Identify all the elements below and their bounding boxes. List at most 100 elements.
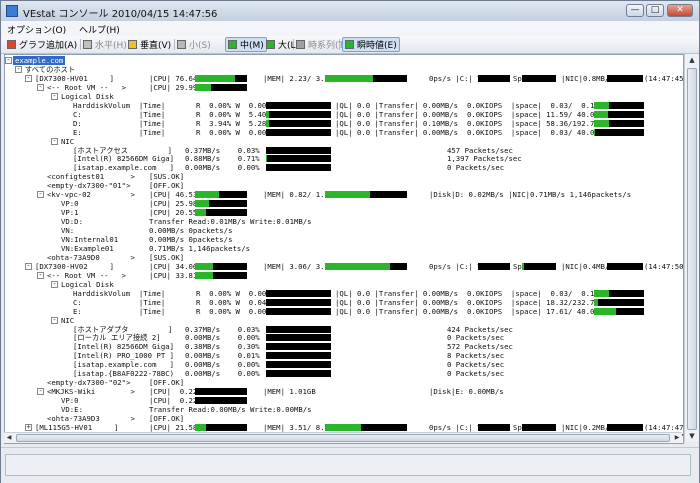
collapse-icon[interactable]: - [25, 74, 32, 82]
tree-node-label[interactable]: [Intel(R) PRO_1000 PT ] [73, 351, 174, 360]
toolbar-button-4[interactable]: 中(M) [225, 37, 267, 52]
tree-row[interactable]: [ホストアクセス ] 0.37MB/s 0.03% 457 Packets/sec [5, 146, 683, 155]
close-button[interactable]: ✕ [667, 4, 693, 17]
host-tree-view[interactable]: - example.com - すべてのホスト - [DX7300-HV01 ] |CPU|… [4, 54, 684, 444]
tree-node-label[interactable]: VD:E: [61, 405, 83, 414]
tree-node-label[interactable]: <ohta-73A9D3 > [47, 414, 135, 423]
tree-row[interactable]: - [DX7300-HV01 ] |CPU| 76.64% |MEM| 2.23/ 3… [5, 74, 683, 83]
tree-node-label[interactable]: VD:D: [61, 217, 83, 226]
tree-node-label[interactable]: [ML115G5-HV01 ] [35, 423, 118, 432]
tree-row[interactable]: - Logical Disk [5, 92, 683, 101]
tree-row[interactable]: - NIC [5, 316, 683, 325]
vertical-scroll-thumb[interactable] [687, 68, 697, 430]
tree-node-label[interactable]: NIC [61, 316, 74, 325]
tree-node-label[interactable]: <kv-vpc-02 > [47, 190, 135, 199]
expand-icon[interactable]: + [25, 423, 32, 431]
collapse-icon[interactable]: - [15, 65, 22, 73]
tree-row[interactable]: <ohta-73A9D0 > [SUS.OK] [5, 253, 683, 262]
tree-row[interactable]: [isatap.example.com ] 0.00MB/s 0.00% 0 Pac… [5, 360, 683, 369]
tree-row[interactable]: + [ML115G5-HV01 ] |CPU| 21.58% |MEM| 3.51/ … [5, 423, 683, 432]
horizontal-scroll-thumb[interactable] [16, 434, 670, 442]
tree-row[interactable]: E: |Time| R 0.00% W 0.00% |QL| 0.0 |Transf… [5, 128, 683, 137]
tree-node-label[interactable]: NIC [61, 137, 74, 146]
collapse-icon[interactable]: - [51, 92, 58, 100]
collapse-icon[interactable]: - [37, 388, 44, 396]
tree-node-label[interactable]: VN:Internal01 [61, 235, 118, 244]
horizontal-scrollbar[interactable]: ◀ ▶ [4, 432, 682, 443]
tree-row[interactable]: - [DX7300-HV02 ] |CPU| 34.06% |MEM| 3.06/ 3… [5, 262, 683, 271]
collapse-icon[interactable]: - [5, 57, 12, 64]
tree-node-label[interactable]: <-- Root VM -- > [47, 271, 126, 280]
tree-node-label[interactable]: HarddiskVolum |Time| [73, 289, 165, 298]
tree-row[interactable]: VN:Example01 0.71MB/s 1,146packets/s [5, 244, 683, 253]
menu-options[interactable]: オプション(O) [7, 23, 66, 36]
tree-node-label[interactable]: D: |Time| [73, 119, 165, 128]
title-bar[interactable]: VEstat コンソール 2010/04/15 14:47:56 — □ ✕ [1, 1, 699, 22]
tree-row[interactable]: - example.com [5, 56, 683, 65]
tree-node-label[interactable]: <empty-dx7300-"02"> [47, 378, 130, 387]
tree-node-label[interactable]: [ホストアダプタ ] [73, 325, 172, 334]
scroll-down-icon[interactable]: ▼ [686, 430, 698, 442]
tree-row[interactable]: <ohta-73A9D3 > [OFF.OK] [5, 414, 683, 423]
tree-node-label[interactable]: <-- Root VM -- > [47, 83, 126, 92]
tree-node-label[interactable]: [Intel(R) 82566DM Giga] [73, 154, 174, 163]
tree-node-label[interactable]: [DX7300-HV02 ] [35, 262, 114, 271]
scroll-left-icon[interactable]: ◀ [4, 433, 14, 443]
toolbar-button-3[interactable]: 小(S) [177, 38, 211, 51]
tree-row[interactable]: VD:E: Transfer Read:0.00MB/s Write:0.00MB… [5, 405, 683, 414]
tree-row[interactable]: [isatap.example.com ] 0.00MB/s 0.00% 0 Pac… [5, 163, 683, 172]
tree-row[interactable]: VP:0 |CPU| 0.22% [5, 396, 683, 405]
scroll-up-icon[interactable]: ▲ [686, 54, 698, 66]
tree-row[interactable]: C: |Time| R 0.00% W 5.40% |QL| 0.0 |Transf… [5, 110, 683, 119]
collapse-icon[interactable]: - [51, 137, 58, 145]
tree-node-label[interactable]: E: |Time| [73, 128, 165, 137]
tree-row[interactable]: - すべてのホスト [5, 65, 683, 74]
tree-row[interactable]: VN:Internal01 0.00MB/s 0packets/s [5, 235, 683, 244]
tree-row[interactable]: [Intel(R) PRO_1000 PT ] 0.00MB/s 0.01% 8 P… [5, 351, 683, 360]
tree-node-label[interactable]: [ローカル エリア接続 2] [73, 333, 161, 342]
scroll-right-icon[interactable]: ▶ [672, 433, 682, 443]
tree-node-label[interactable]: VN: [61, 226, 74, 235]
tree-row[interactable]: [ホストアダプタ ] 0.37MB/s 0.03% 424 Packets/sec [5, 325, 683, 334]
tree-row[interactable]: <configtest01 > [SUS.OK] [5, 172, 683, 181]
toolbar-button-6[interactable]: 時系列(T) [296, 38, 348, 51]
maximize-button[interactable]: □ [646, 4, 664, 17]
collapse-icon[interactable]: - [25, 262, 32, 270]
tree-row[interactable]: - NIC [5, 137, 683, 146]
tree-row[interactable]: [isatap.{B8AF0222-78BC) 0.00MB/s 0.00% 0 P… [5, 369, 683, 378]
tree-row[interactable]: E: |Time| R 0.00% W 0.00% |QL| 0.0 |Transf… [5, 307, 683, 316]
tree-row[interactable]: - <MKJKS-Wiki > |CPU| 0.22% |MEM| 1.01GB |Di… [5, 387, 683, 396]
menu-help[interactable]: ヘルプ(H) [79, 23, 120, 36]
collapse-icon[interactable]: - [37, 83, 44, 91]
tree-row[interactable]: - <kv-vpc-02 > |CPU| 46.53% |MEM| 0.82/ 1.5… [5, 190, 683, 199]
tree-row[interactable]: - <-- Root VM -- > |CPU| 33.81% [5, 271, 683, 280]
vertical-scrollbar[interactable]: ▲ ▼ [684, 54, 699, 442]
tree-node-label[interactable]: VP:1 [61, 208, 79, 217]
tree-node-label[interactable]: <empty-dx7300-"01"> [47, 181, 130, 190]
tree-row[interactable]: [Intel(R) 82566DM Giga] 0.88MB/s 0.71% 1,3… [5, 154, 683, 163]
tree-row[interactable]: VD:D: Transfer Read:0.01MB/s Write:0.01MB… [5, 217, 683, 226]
toolbar-button-2[interactable]: 垂直(V) [128, 38, 171, 51]
tree-row[interactable]: - <-- Root VM -- > |CPU| 29.99% [5, 83, 683, 92]
tree-row[interactable]: - Logical Disk [5, 280, 683, 289]
tree-row[interactable]: HarddiskVolum |Time| R 0.00% W 0.00% |QL| … [5, 101, 683, 110]
collapse-icon[interactable]: - [51, 316, 58, 324]
tree-node-label[interactable]: VP:0 [61, 396, 79, 405]
tree-node-label[interactable]: [Intel(R) 82566DM Giga] [73, 342, 174, 351]
tree-node-label[interactable]: C: |Time| [73, 110, 165, 119]
tree-node-label[interactable]: <MKJKS-Wiki > [47, 387, 135, 396]
tree-node-label[interactable]: E: |Time| [73, 307, 165, 316]
tree-node-label[interactable]: [DX7300-HV01 ] [35, 74, 114, 83]
tree-node-label[interactable]: [isatap.example.com ] [73, 163, 174, 172]
toolbar-button-7[interactable]: 瞬時値(E) [342, 37, 400, 52]
tree-row[interactable]: VP:1 |CPU| 20.55% [5, 208, 683, 217]
tree-row[interactable]: D: |Time| R 3.94% W 5.28% |QL| 0.0 |Transf… [5, 119, 683, 128]
tree-node-label[interactable]: C: |Time| [73, 298, 165, 307]
tree-node-label[interactable]: example.com [13, 56, 66, 65]
tree-node-label[interactable]: Logical Disk [61, 280, 114, 289]
tree-row[interactable]: [Intel(R) 82566DM Giga] 0.38MB/s 0.30% 572… [5, 342, 683, 351]
tree-node-label[interactable]: VN:Example01 [61, 244, 114, 253]
toolbar-button-1[interactable]: 水平(H) [83, 38, 127, 51]
tree-row[interactable]: HarddiskVolum |Time| R 0.00% W 0.00% |QL| … [5, 289, 683, 298]
collapse-icon[interactable]: - [51, 280, 58, 288]
